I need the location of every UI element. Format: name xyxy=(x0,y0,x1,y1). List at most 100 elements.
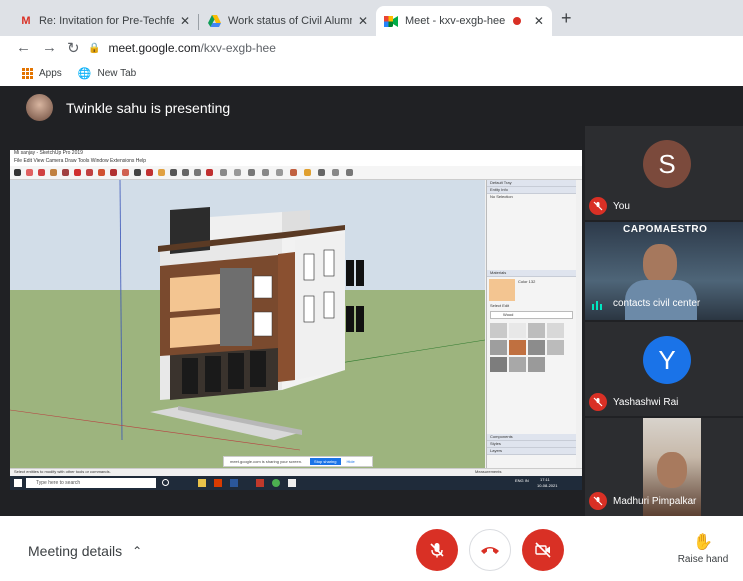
shadow-icon xyxy=(318,169,325,176)
taskbar-search-field[interactable]: Type here to search xyxy=(26,478,156,488)
material-swatch xyxy=(489,279,515,301)
photos-icon[interactable] xyxy=(288,479,296,487)
taskbar-date: 10-08-2021 xyxy=(537,483,558,488)
participant-tile-you[interactable]: S You xyxy=(585,126,743,220)
url-field[interactable]: 🔒 meet.google.com/kxv-exgb-hee xyxy=(88,37,738,59)
sketchup-toolbar xyxy=(10,166,582,180)
view-icon xyxy=(276,169,283,176)
tab-title: Re: Invitation for Pre-Techfest W xyxy=(38,15,174,27)
file-explorer-icon[interactable] xyxy=(198,479,206,487)
material-swatch[interactable] xyxy=(528,357,545,372)
cortana-icon[interactable] xyxy=(162,479,169,486)
participant-name: You xyxy=(613,201,630,212)
close-tab-icon[interactable]: ✕ xyxy=(528,14,544,28)
material-swatch[interactable] xyxy=(547,340,564,355)
text-tool-icon xyxy=(146,169,153,176)
google-drive-icon xyxy=(208,14,221,28)
tab-meet[interactable]: Meet - kxv-exgb-hee ✕ xyxy=(376,6,552,36)
reload-icon[interactable]: ↻ xyxy=(67,39,80,57)
material-name: Color 132 xyxy=(518,279,536,284)
participant-tile-madhuri-pimpalkar[interactable]: Madhuri Pimpalkar xyxy=(585,418,743,516)
sketchup-icon[interactable] xyxy=(256,479,264,487)
tab-gmail[interactable]: M Re: Invitation for Pre-Techfest W ✕ xyxy=(12,6,198,36)
meet-stage: Twinkle sahu is presenting Mi sanjay - S… xyxy=(0,86,743,516)
close-tab-icon[interactable]: ✕ xyxy=(174,14,190,28)
sketchup-status-bar: Select entities to modify with other too… xyxy=(10,468,582,476)
offset-tool-icon xyxy=(122,169,129,176)
material-library-select[interactable]: Wood xyxy=(490,311,573,319)
material-swatch[interactable] xyxy=(547,323,564,338)
tab-separator xyxy=(198,14,199,30)
participant-name: Yashashwi Rai xyxy=(613,397,679,408)
screen-root: M Re: Invitation for Pre-Techfest W ✕ Wo… xyxy=(0,0,743,581)
presenter-avatar xyxy=(26,94,53,121)
hide-button[interactable]: Hide xyxy=(347,459,355,464)
material-swatch[interactable] xyxy=(528,323,545,338)
tab-drive[interactable]: Work status of Civil Alumni data ✕ xyxy=(200,6,376,36)
back-icon[interactable]: ← xyxy=(16,39,31,56)
new-tab-button[interactable]: + xyxy=(561,8,572,29)
material-swatch[interactable] xyxy=(490,340,507,355)
select-tool-icon xyxy=(14,169,21,176)
word-icon[interactable] xyxy=(230,479,238,487)
meet-bottom-bar: Meeting details ⌃ ✋ Raise hand xyxy=(0,516,743,581)
tray-layers-header[interactable]: Layers xyxy=(487,448,576,455)
tray-default-header: Default Tray xyxy=(487,180,576,187)
avatar: S xyxy=(643,140,691,188)
material-swatch[interactable] xyxy=(509,340,526,355)
windows-start-icon[interactable] xyxy=(14,479,22,487)
status-text: Select entities to modify with other too… xyxy=(14,469,111,474)
tray-styles-header[interactable]: Styles xyxy=(487,441,576,448)
address-bar-row: ← → ↻ 🔒 meet.google.com/kxv-exgb-hee xyxy=(0,36,743,62)
view-icon xyxy=(234,169,241,176)
chevron-up-icon: ⌃ xyxy=(132,544,143,558)
tab-title: Meet - kxv-exgb-hee xyxy=(405,15,506,27)
bookmark-new-tab[interactable]: 🌐 New Tab xyxy=(78,67,136,80)
entity-info-value: No Selection xyxy=(490,194,513,199)
sketchup-menu-bar: File Edit View Camera Draw Tools Window … xyxy=(10,158,582,166)
sketchup-title-bar: Mi sanjay - SketchUp Pro 2019 xyxy=(10,150,582,158)
scale-tool-icon xyxy=(110,169,117,176)
bookmark-label: Apps xyxy=(39,67,62,79)
material-tab-edit[interactable]: Edit xyxy=(502,303,509,308)
eraser-tool-icon xyxy=(26,169,33,176)
tray-entity-header[interactable]: Entity Info xyxy=(487,187,576,194)
acrobat-icon[interactable] xyxy=(214,479,222,487)
audio-level-icon xyxy=(591,298,603,316)
participant-tile-yashashwi-rai[interactable]: Y Yashashwi Rai xyxy=(585,322,743,416)
view-icon xyxy=(290,169,297,176)
raise-hand-button[interactable]: ✋ Raise hand xyxy=(668,532,738,565)
mic-off-icon xyxy=(589,393,607,411)
style-icon xyxy=(346,169,353,176)
bookmarks-bar: Apps 🌐 New Tab xyxy=(0,62,743,84)
mic-toggle-button[interactable] xyxy=(416,529,458,571)
google-meet-icon xyxy=(384,14,398,28)
participant-tile-contacts-civil-center[interactable]: CAPOMAESTRO contacts civil center xyxy=(585,222,743,320)
taskbar-lang: ENG IN xyxy=(515,478,529,483)
chrome-icon[interactable] xyxy=(272,479,280,487)
stop-sharing-button[interactable]: Stop sharing xyxy=(310,458,341,465)
material-swatch[interactable] xyxy=(528,340,545,355)
globe-icon: 🌐 xyxy=(77,67,92,80)
forward-icon[interactable]: → xyxy=(42,39,57,56)
meeting-details-button[interactable]: Meeting details ⌃ xyxy=(28,543,142,559)
tray-components-header[interactable]: Components xyxy=(487,434,576,441)
material-swatch[interactable] xyxy=(509,357,526,372)
material-swatch[interactable] xyxy=(509,323,526,338)
bookmark-apps[interactable]: Apps xyxy=(22,67,62,79)
orbit-tool-icon xyxy=(170,169,177,176)
material-swatch[interactable] xyxy=(490,323,507,338)
leave-call-button[interactable] xyxy=(469,529,511,571)
tray-materials-header[interactable]: Materials xyxy=(487,270,576,277)
push-pull-icon xyxy=(74,169,81,176)
capomaestro-logo: CAPOMAESTRO xyxy=(623,224,708,235)
close-tab-icon[interactable]: ✕ xyxy=(352,14,368,28)
participant-name: Madhuri Pimpalkar xyxy=(613,496,697,507)
extension-icon xyxy=(220,169,227,176)
material-tab-select[interactable]: Select xyxy=(490,303,501,308)
camera-toggle-button[interactable] xyxy=(522,529,564,571)
arc-tool-icon xyxy=(50,169,57,176)
gmail-icon: M xyxy=(21,15,31,27)
material-swatch[interactable] xyxy=(490,357,507,372)
pan-tool-icon xyxy=(182,169,189,176)
